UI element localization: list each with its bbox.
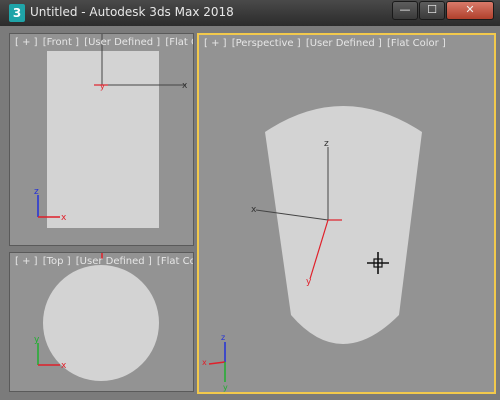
front-scene: x y z x — [34, 34, 188, 228]
front-corner-x-letter: x — [61, 213, 67, 223]
viewport-user-defined-menu[interactable]: [User Defined ] — [76, 256, 152, 267]
viewport-point-of-view-menu[interactable]: [Front ] — [43, 37, 79, 48]
viewport-shading-menu[interactable]: [Flat Colo — [157, 256, 193, 267]
viewport-general-menu[interactable]: [ + ] — [15, 37, 38, 48]
viewport-user-defined-menu[interactable]: [User Defined ] — [306, 38, 382, 49]
viewport-user-defined-menu[interactable]: [User Defined ] — [84, 37, 160, 48]
front-object-box — [47, 51, 159, 228]
persp-corner-z-letter: z — [221, 333, 225, 342]
minimize-button[interactable]: — — [392, 1, 418, 20]
front-corner-z-letter: z — [34, 187, 39, 197]
viewport-shading-menu[interactable]: [Flat Co — [165, 37, 193, 48]
top-scene: y x — [34, 253, 159, 381]
persp-gizmo-y-letter: y — [306, 277, 312, 287]
persp-corner-x-letter: x — [202, 358, 207, 367]
move-crosshair-icon — [367, 252, 389, 274]
viewport-top-label[interactable]: [ + ] [Top ] [User Defined ] [Flat Colo — [15, 256, 193, 267]
close-button[interactable]: ✕ — [446, 1, 494, 20]
viewport-point-of-view-menu[interactable]: [Top ] — [43, 256, 71, 267]
front-gizmo-x-letter: x — [182, 81, 188, 91]
top-corner-y-letter: y — [34, 335, 40, 345]
persp-corner-x-axis — [208, 361, 226, 365]
viewport-general-menu[interactable]: [ + ] — [204, 38, 227, 49]
window-title: Untitled - Autodesk 3ds Max 2018 — [30, 5, 234, 19]
viewport-shading-menu[interactable]: [Flat Color ] — [387, 38, 446, 49]
top-corner-x-letter: x — [61, 361, 67, 371]
viewport-perspective[interactable]: z x y z x y [ + ] [Perspective ] [User D… — [197, 33, 496, 394]
viewport-general-menu[interactable]: [ + ] — [15, 256, 38, 267]
viewport-front-label[interactable]: [ + ] [Front ] [User Defined ] [Flat Co — [15, 37, 193, 48]
title-bar[interactable]: 3 Untitled - Autodesk 3ds Max 2018 — ☐ ✕ — [0, 0, 500, 26]
3ds-max-icon[interactable]: 3 — [9, 4, 25, 22]
persp-gizmo-z-letter: z — [324, 139, 329, 149]
viewport-perspective-label[interactable]: [ + ] [Perspective ] [User Defined ] [Fl… — [204, 38, 448, 49]
persp-corner-y-letter: y — [223, 383, 228, 392]
front-gizmo-y-letter: y — [100, 82, 105, 91]
maximize-button[interactable]: ☐ — [419, 1, 445, 20]
viewport-front[interactable]: x y z x [ + ] [Front ] [User Defined ] [… — [9, 33, 194, 246]
persp-gizmo-x-letter: x — [251, 205, 257, 215]
viewport-top[interactable]: y x [ + ] [Top ] [User Defined ] [Flat C… — [9, 252, 194, 392]
perspective-scene: z x y z x y — [202, 106, 422, 392]
perspective-object-cone — [265, 106, 422, 344]
viewport-point-of-view-menu[interactable]: [Perspective ] — [232, 38, 301, 49]
